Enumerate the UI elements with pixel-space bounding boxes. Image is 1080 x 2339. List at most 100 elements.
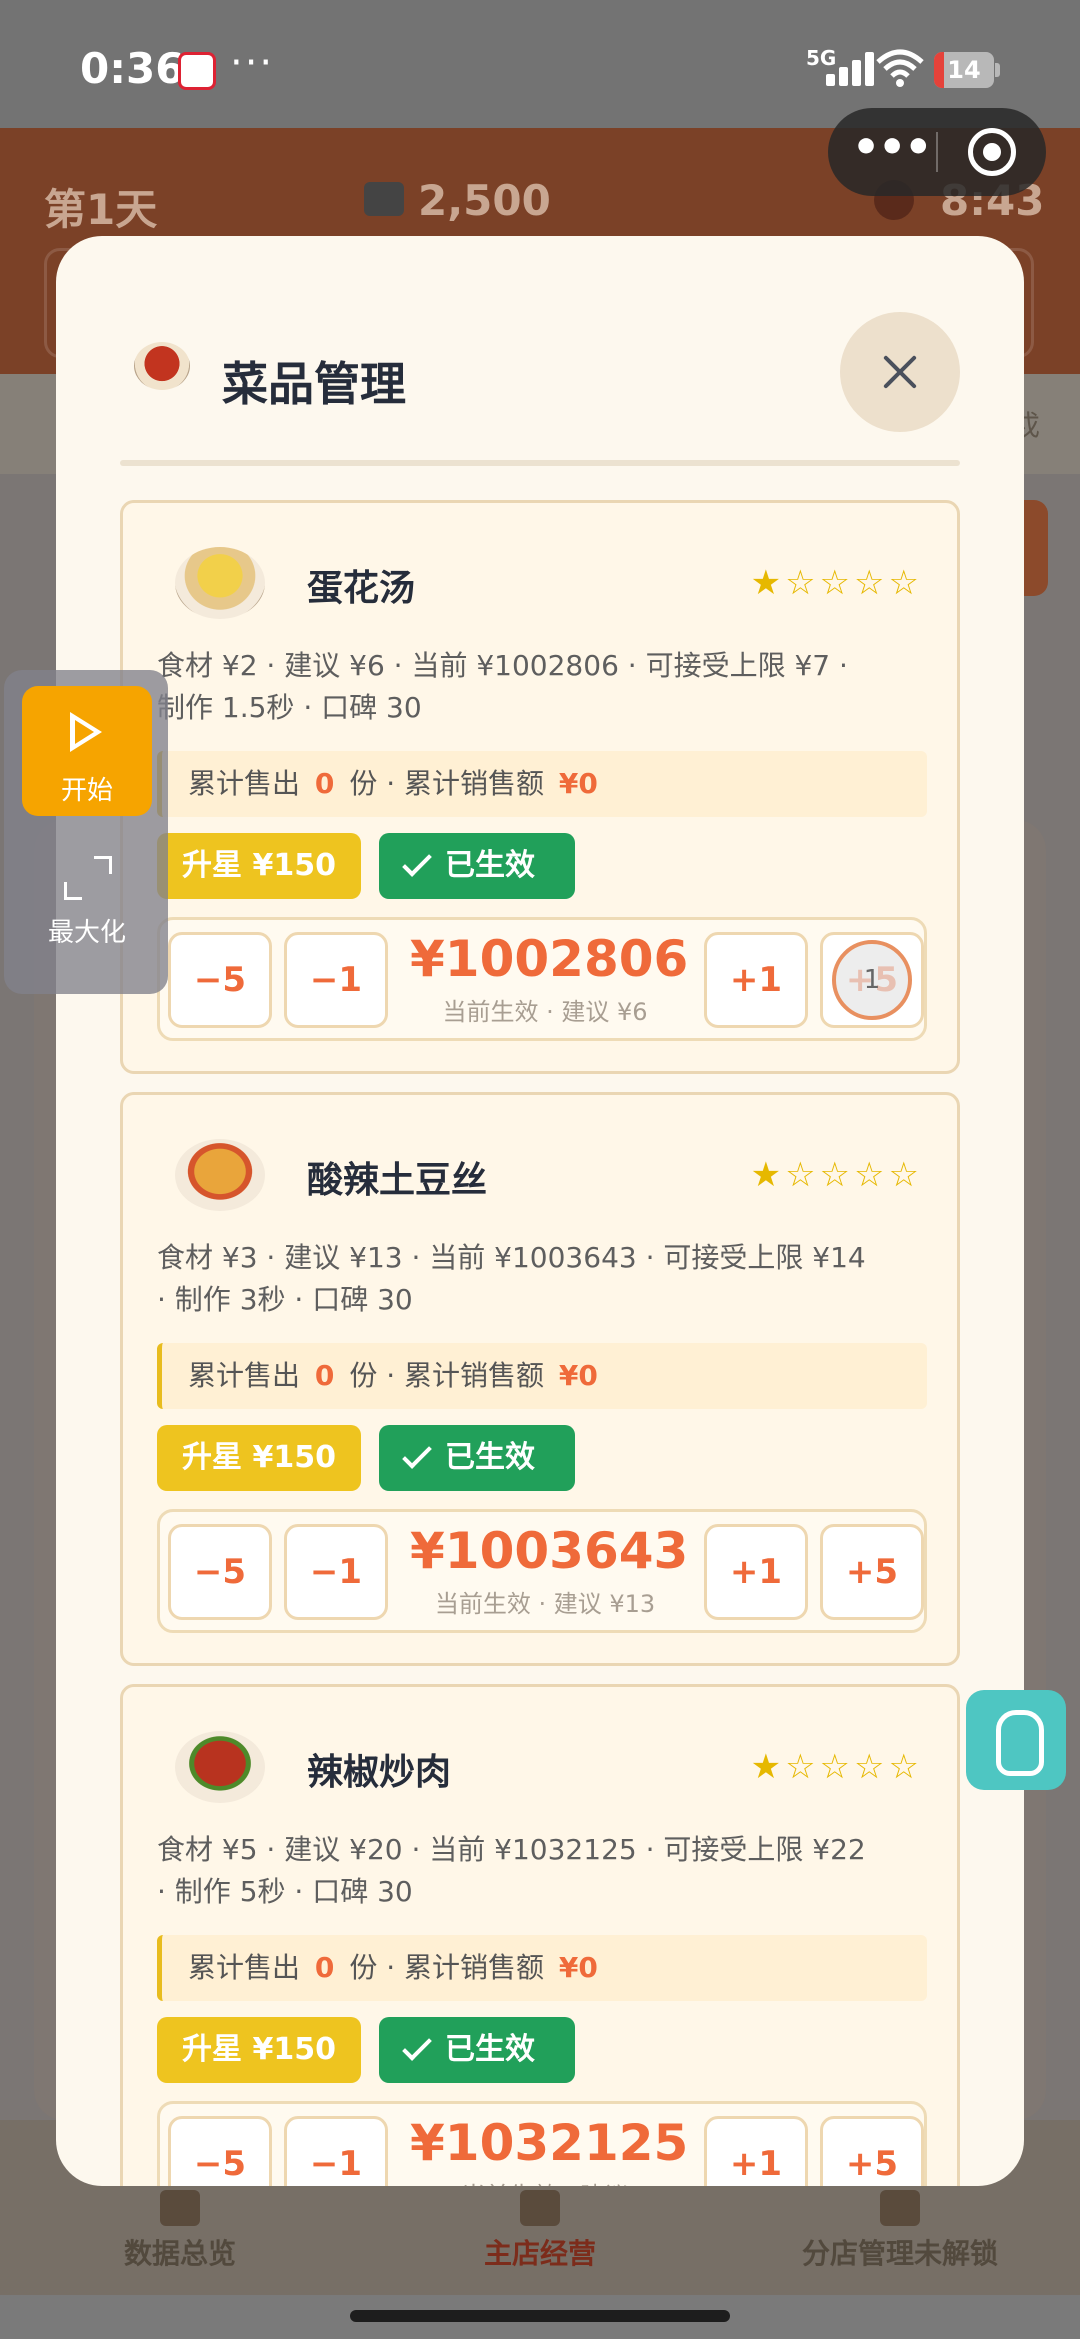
active-label: 已生效 — [445, 1440, 535, 1475]
modal-title: 菜品管理 — [222, 357, 406, 411]
sales-amount: ¥0 — [558, 1951, 598, 1984]
sales-summary: 累计售出 0 份 · 累计销售额 ¥0 — [157, 1935, 927, 2001]
money-value: 2,500 — [418, 176, 551, 225]
plus-5-button[interactable]: +5 — [820, 2116, 924, 2186]
price-adjuster: −5 −1 ¥1003643 当前生效 · 建议 ¥13 +1 +5 — [157, 1509, 927, 1633]
nav-data-overview[interactable]: 数据总览 — [0, 2232, 360, 2272]
minus-5-button[interactable]: −5 — [168, 1524, 272, 1620]
dish-management-modal: 菜品管理 蛋花汤 ★☆☆☆☆ 食材 ¥2 · 建议 ¥6 · 当前 ¥10028… — [56, 236, 1024, 2186]
main-store-icon — [520, 2190, 560, 2226]
dish-info-line: 食材 ¥5 · 建议 ¥20 · 当前 ¥1032125 · 可接受上限 ¥22 — [157, 1833, 866, 1866]
dish-card: 辣椒炒肉 ★☆☆☆☆ 食材 ¥5 · 建议 ¥20 · 当前 ¥1032125 … — [120, 1684, 960, 2186]
minus-5-button[interactable]: −5 — [168, 2116, 272, 2186]
home-indicator[interactable] — [350, 2310, 730, 2322]
minus-5-button[interactable]: −5 — [168, 932, 272, 1028]
target-close-icon[interactable] — [968, 128, 1016, 176]
check-icon — [402, 847, 432, 877]
sold-mid-label: 份 · 累计销售额 — [349, 1951, 545, 1984]
plus-5-button[interactable]: +5 — [820, 1524, 924, 1620]
sold-count: 0 — [314, 1359, 335, 1392]
minus-1-button[interactable]: −1 — [284, 2116, 388, 2186]
capsule-divider — [936, 132, 938, 172]
minus-1-button[interactable]: −1 — [284, 1524, 388, 1620]
sales-summary: 累计售出 0 份 · 累计销售额 ¥0 — [157, 1343, 927, 1409]
price-adjuster: −5 −1 ¥1032125 当前生效 · 建议 +1 +5 — [157, 2101, 927, 2186]
potato-shreds-icon — [175, 1139, 265, 1211]
maximize-label: 最大化 — [47, 918, 126, 948]
price-note: 当前生效 · 建议 ¥13 — [434, 1590, 656, 1618]
dish-name: 酸辣土豆丝 — [307, 1160, 488, 1201]
egg-soup-icon — [175, 547, 265, 619]
plus-1-button[interactable]: +1 — [704, 932, 808, 1028]
dish-info-line: 食材 ¥3 · 建议 ¥13 · 当前 ¥1003643 · 可接受上限 ¥14 — [157, 1241, 866, 1274]
star-rating: ★☆☆☆☆ — [750, 1747, 923, 1787]
status-more-dots: ··· — [230, 40, 275, 86]
sold-label: 累计售出 — [188, 767, 301, 800]
plus-1-button[interactable]: +1 — [704, 2116, 808, 2186]
upgrade-star-button[interactable]: 升星 ¥150 — [157, 1425, 361, 1491]
star-rating: ★☆☆☆☆ — [750, 563, 923, 603]
sold-mid-label: 份 · 累计销售额 — [349, 1359, 545, 1392]
floating-control-panel: 开始 最大化 — [4, 670, 168, 994]
modal-header: 菜品管理 — [56, 236, 1024, 468]
touch-assist-icon[interactable] — [966, 1690, 1066, 1790]
check-icon — [402, 2031, 432, 2061]
cash-register-icon — [364, 182, 404, 216]
tap-cursor-indicator: 1 — [832, 940, 912, 1020]
price-note: 当前生效 · 建议 ¥6 — [442, 998, 648, 1026]
price-note: 当前生效 · 建议 — [390, 2176, 700, 2186]
dish-name: 辣椒炒肉 — [307, 1752, 452, 1793]
dish-list: 蛋花汤 ★☆☆☆☆ 食材 ¥2 · 建议 ¥6 · 当前 ¥1002806 · … — [120, 500, 960, 2186]
sales-amount: ¥0 — [558, 1359, 598, 1392]
current-price: ¥1003643 — [410, 1522, 689, 1580]
current-price: ¥1032125 — [410, 2114, 689, 2172]
active-label: 已生效 — [445, 848, 535, 883]
check-icon — [402, 1439, 432, 1469]
price-adjuster: −5 −1 ¥1002806 当前生效 · 建议 ¥6 +1 +5 1 — [157, 917, 927, 1041]
sales-summary: 累计售出 0 份 · 累计销售额 ¥0 — [157, 751, 927, 817]
plus-1-button[interactable]: +1 — [704, 1524, 808, 1620]
upgrade-star-button[interactable]: 升星 ¥150 — [157, 2017, 361, 2083]
sold-count: 0 — [314, 1951, 335, 1984]
miniprogram-capsule: ••• — [828, 108, 1046, 196]
star-rating: ★☆☆☆☆ — [750, 1155, 923, 1195]
dish-bowl-icon — [134, 342, 190, 390]
signal-icon — [826, 52, 878, 86]
status-time: 0:36 — [80, 44, 185, 93]
dish-info-line: · 制作 3秒 · 口碑 30 — [157, 1283, 413, 1316]
battery-indicator: 14 — [934, 52, 1000, 88]
active-status-button[interactable]: 已生效 — [379, 1425, 575, 1491]
sold-mid-label: 份 · 累计销售额 — [349, 767, 545, 800]
data-overview-icon — [160, 2190, 200, 2226]
modal-divider — [120, 460, 960, 466]
minus-1-button[interactable]: −1 — [284, 932, 388, 1028]
active-status-button[interactable]: 已生效 — [379, 833, 575, 899]
dish-info-line: · 制作 5秒 · 口碑 30 — [157, 1875, 413, 1908]
close-icon[interactable] — [840, 312, 960, 432]
more-dots-icon[interactable]: ••• — [852, 126, 932, 178]
wifi-icon — [876, 49, 924, 87]
sold-label: 累计售出 — [188, 1951, 301, 1984]
dish-info: 食材 ¥5 · 建议 ¥20 · 当前 ¥1032125 · 可接受上限 ¥22… — [157, 1829, 937, 1913]
dish-info-line: 制作 1.5秒 · 口碑 30 — [157, 691, 422, 724]
branch-store-icon — [880, 2190, 920, 2226]
start-button[interactable]: 开始 — [22, 686, 152, 816]
nav-main-store[interactable]: 主店经营 — [360, 2232, 720, 2272]
current-price: ¥1002806 — [410, 930, 689, 988]
chili-pork-icon — [175, 1731, 265, 1803]
day-label: 第1天 — [44, 185, 158, 234]
sold-label: 累计售出 — [188, 1359, 301, 1392]
upgrade-star-button[interactable]: 升星 ¥150 — [157, 833, 361, 899]
sales-amount: ¥0 — [558, 767, 598, 800]
dish-info: 食材 ¥3 · 建议 ¥13 · 当前 ¥1003643 · 可接受上限 ¥14… — [157, 1237, 937, 1321]
active-status-button[interactable]: 已生效 — [379, 2017, 575, 2083]
maximize-icon — [64, 856, 112, 900]
dish-card: 酸辣土豆丝 ★☆☆☆☆ 食材 ¥3 · 建议 ¥13 · 当前 ¥1003643… — [120, 1092, 960, 1666]
active-label: 已生效 — [445, 2032, 535, 2067]
start-label: 开始 — [60, 776, 113, 806]
play-icon-inner — [75, 720, 94, 744]
dish-info: 食材 ¥2 · 建议 ¥6 · 当前 ¥1002806 · 可接受上限 ¥7 ·… — [157, 645, 937, 729]
nav-branch-store[interactable]: 分店管理未解锁 — [720, 2232, 1080, 2272]
maximize-button[interactable]: 最大化 — [22, 840, 152, 970]
dish-name: 蛋花汤 — [307, 568, 416, 609]
